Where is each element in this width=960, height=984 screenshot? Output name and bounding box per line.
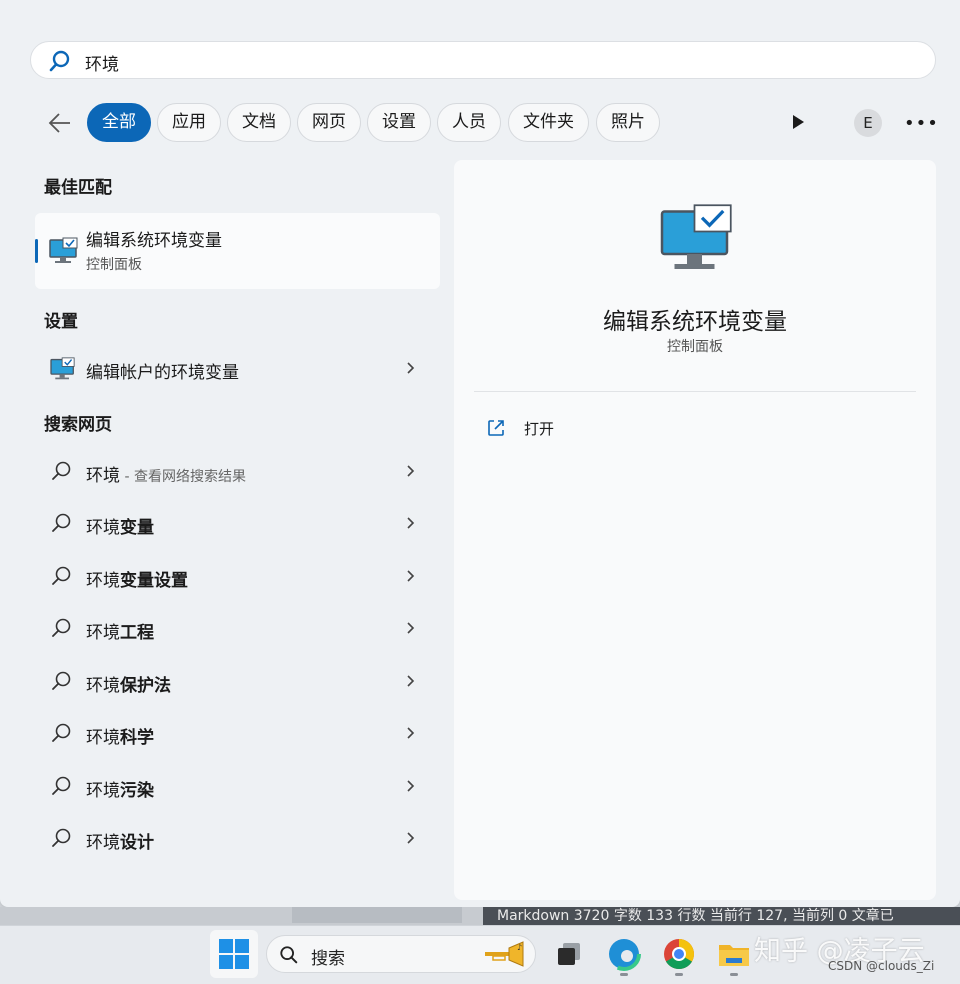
web-result-label: 环境变量设置	[86, 571, 188, 591]
search-query[interactable]: 环境	[85, 50, 119, 75]
play-icon[interactable]	[790, 113, 806, 131]
web-result-label: 环境污染	[86, 781, 154, 801]
chevron-right-icon	[407, 517, 415, 529]
settings-item-user-env[interactable]: 编辑帐户的环境变量	[40, 345, 440, 393]
web-result-label: 环境 - 查看网络搜索结果	[86, 466, 246, 486]
start-search-panel: 环境 全部 应用 文档 网页 设置 人员 文件夹 照片 E ••• 最佳匹配 编…	[0, 0, 960, 907]
filter-people[interactable]: 人员	[437, 103, 501, 142]
web-result-label: 环境设计	[86, 833, 154, 853]
chevron-right-icon	[407, 362, 415, 374]
running-indicator	[675, 973, 683, 976]
web-result-label: 环境保护法	[86, 676, 171, 696]
start-button[interactable]	[210, 930, 258, 978]
web-result-label: 环境科学	[86, 728, 154, 748]
search-input[interactable]: 环境	[30, 41, 936, 79]
web-result-item[interactable]: 环境变量	[40, 500, 440, 548]
search-icon	[52, 776, 71, 795]
running-indicator	[730, 973, 738, 976]
more-options-icon[interactable]: •••	[904, 113, 939, 134]
filter-apps[interactable]: 应用	[157, 103, 221, 142]
web-result-item[interactable]: 环境科学	[40, 710, 440, 758]
divider	[474, 391, 916, 392]
best-match-subtitle: 控制面板	[86, 257, 142, 273]
chevron-right-icon	[407, 675, 415, 687]
search-icon	[52, 618, 71, 637]
background-window: Markdown 3720 字数 133 行数 当前行 127, 当前列 0 文…	[0, 907, 960, 925]
filter-settings[interactable]: 设置	[367, 103, 431, 142]
web-result-item[interactable]: 环境保护法	[40, 658, 440, 706]
settings-heading: 设置	[44, 312, 78, 332]
search-icon	[280, 946, 298, 964]
settings-item-label: 编辑帐户的环境变量	[86, 363, 239, 383]
taskbar-search-label: 搜索	[311, 949, 345, 969]
web-result-label: 环境工程	[86, 623, 154, 643]
search-icon	[52, 566, 71, 585]
filter-photos[interactable]: 照片	[596, 103, 660, 142]
svg-text:♪: ♪	[517, 943, 522, 952]
file-explorer-icon[interactable]	[716, 936, 752, 972]
filter-documents[interactable]: 文档	[227, 103, 291, 142]
search-icon	[49, 50, 70, 72]
filter-all[interactable]: 全部	[87, 103, 151, 142]
open-external-icon	[488, 420, 504, 436]
chrome-browser-icon[interactable]	[661, 936, 697, 972]
account-avatar[interactable]: E	[854, 109, 882, 137]
taskbar: 搜索 ♪ 知乎 @凌子云 CSDN @clouds_Zi	[0, 925, 960, 984]
search-icon	[52, 461, 71, 480]
best-match-heading: 最佳匹配	[44, 178, 112, 198]
web-result-item[interactable]: 环境变量设置	[40, 553, 440, 601]
web-result-item[interactable]: 环境工程	[40, 605, 440, 653]
preview-subtitle: 控制面板	[667, 339, 723, 355]
search-icon	[52, 828, 71, 847]
open-label: 打开	[524, 420, 555, 438]
system-monitor-icon	[49, 237, 78, 263]
task-view-icon[interactable]	[552, 936, 588, 972]
web-result-label: 环境变量	[86, 518, 154, 538]
back-arrow-icon[interactable]	[46, 110, 74, 136]
web-result-item[interactable]: 环境污染	[40, 763, 440, 811]
system-monitor-icon	[50, 357, 75, 380]
csdn-watermark: CSDN @clouds_Zi	[828, 959, 935, 973]
system-monitor-icon	[660, 204, 732, 269]
web-search-heading: 搜索网页	[44, 415, 112, 435]
filter-web[interactable]: 网页	[297, 103, 361, 142]
filter-folders[interactable]: 文件夹	[508, 103, 589, 142]
chevron-right-icon	[407, 570, 415, 582]
search-icon	[52, 671, 71, 690]
search-icon	[52, 513, 71, 532]
web-result-item[interactable]: 环境设计	[40, 815, 440, 863]
open-action[interactable]: 打开	[486, 416, 686, 446]
chevron-right-icon	[407, 832, 415, 844]
best-match-title: 编辑系统环境变量	[86, 231, 222, 251]
horizontal-scrollbar[interactable]	[292, 907, 462, 923]
chevron-right-icon	[407, 622, 415, 634]
chevron-right-icon	[407, 727, 415, 739]
web-result-item[interactable]: 环境 - 查看网络搜索结果	[40, 448, 440, 496]
chevron-right-icon	[407, 780, 415, 792]
taskbar-search[interactable]: 搜索 ♪	[266, 935, 536, 973]
background-status-bar: Markdown 3720 字数 133 行数 当前行 127, 当前列 0 文…	[483, 907, 960, 925]
edge-browser-icon[interactable]	[606, 936, 642, 972]
preview-pane: 编辑系统环境变量 控制面板 打开	[454, 160, 936, 900]
chevron-right-icon	[407, 465, 415, 477]
trumpet-icon: ♪	[485, 941, 524, 967]
preview-title: 编辑系统环境变量	[603, 309, 787, 335]
search-icon	[52, 723, 71, 742]
running-indicator	[620, 973, 628, 976]
selection-indicator	[35, 239, 38, 263]
windows-logo-icon	[219, 939, 249, 969]
best-match-item[interactable]: 编辑系统环境变量 控制面板	[35, 213, 440, 289]
